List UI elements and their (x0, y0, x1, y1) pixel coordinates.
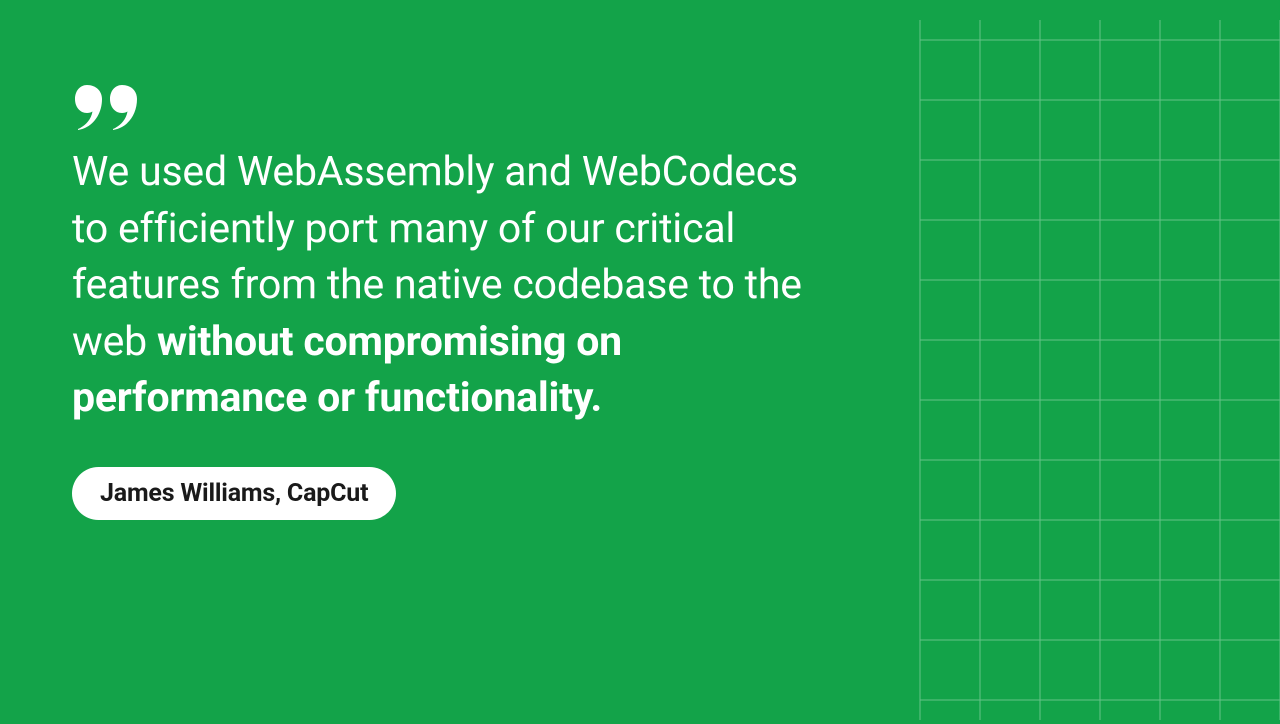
quote-text: We used WebAssembly and WebCodecs to eff… (72, 144, 832, 427)
attribution-pill: James Williams, CapCut (72, 467, 396, 520)
grid-decoration (900, 20, 1280, 720)
quote-card: We used WebAssembly and WebCodecs to eff… (72, 80, 832, 520)
quote-mark-icon (72, 80, 832, 134)
